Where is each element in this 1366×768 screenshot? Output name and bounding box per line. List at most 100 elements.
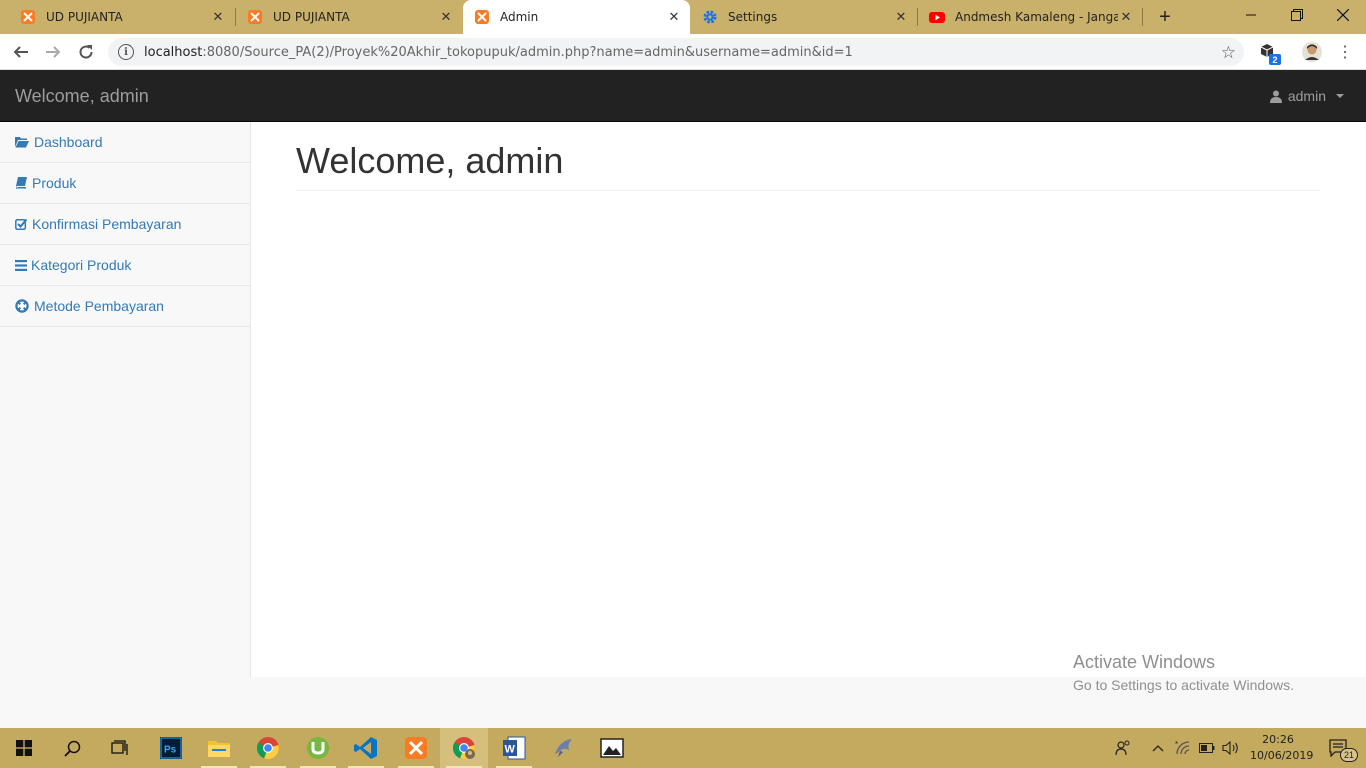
navbar-brand[interactable]: Welcome, admin bbox=[15, 86, 149, 107]
taskbar-file-explorer[interactable] bbox=[195, 728, 243, 768]
browser-tab-strip: UD PUJIANTA ✕ UD PUJIANTA ✕ Admin ✕ Sett… bbox=[0, 0, 1366, 34]
restore-button[interactable] bbox=[1274, 0, 1320, 30]
forward-button[interactable] bbox=[39, 38, 67, 66]
gear-icon bbox=[702, 9, 718, 25]
sidebar-item-konfirmasi-pembayaran[interactable]: Konfirmasi Pembayaran bbox=[0, 204, 250, 245]
taskbar-photos[interactable] bbox=[588, 728, 636, 768]
windows-start-button[interactable] bbox=[0, 728, 48, 768]
tab-title: UD PUJIANTA bbox=[46, 10, 123, 24]
photos-icon bbox=[600, 738, 624, 758]
people-icon bbox=[1115, 740, 1130, 756]
folder-open-icon bbox=[15, 135, 29, 149]
wifi-icon: * bbox=[1175, 740, 1190, 755]
action-center-button[interactable]: 21 bbox=[1318, 728, 1359, 768]
sidebar-item-metode-pembayaran[interactable]: Metode Pembayaran bbox=[0, 286, 250, 327]
new-tab-button[interactable]: + bbox=[1153, 5, 1177, 29]
tab-ud-pujianta-2[interactable]: UD PUJIANTA ✕ bbox=[236, 0, 462, 34]
taskbar-word[interactable]: W bbox=[490, 728, 538, 768]
tab-title: Settings bbox=[728, 10, 778, 24]
close-window-button[interactable] bbox=[1320, 0, 1366, 30]
volume-control[interactable] bbox=[1220, 728, 1242, 768]
sidebar-item-dashboard[interactable]: Dashboard bbox=[0, 122, 250, 163]
tab-close-icon[interactable]: ✕ bbox=[666, 9, 682, 25]
tab-divider bbox=[1142, 8, 1143, 26]
arrow-left-icon bbox=[13, 46, 28, 58]
svg-text:W: W bbox=[505, 744, 516, 756]
site-info-icon[interactable]: i bbox=[118, 44, 134, 60]
taskbar-vscode[interactable] bbox=[342, 728, 390, 768]
profile-avatar[interactable] bbox=[1301, 41, 1323, 63]
sidebar-item-kategori-produk[interactable]: Kategori Produk bbox=[0, 245, 250, 286]
reload-icon bbox=[79, 45, 93, 59]
clock-date: 10/06/2019 bbox=[1250, 749, 1314, 762]
network-status[interactable]: * bbox=[1172, 728, 1194, 768]
chevron-up-icon bbox=[1152, 745, 1164, 752]
bookmark-star-icon[interactable]: ☆ bbox=[1221, 43, 1236, 63]
bars-icon bbox=[15, 258, 27, 272]
tab-settings[interactable]: Settings ✕ bbox=[691, 0, 917, 34]
clock-time: 20:26 bbox=[1262, 733, 1294, 746]
utorrent-icon bbox=[307, 737, 329, 759]
tab-close-icon[interactable]: ✕ bbox=[893, 9, 909, 25]
speaker-icon bbox=[1222, 741, 1238, 755]
sidebar-item-label: Kategori Produk bbox=[31, 257, 132, 273]
url-text: localhost:8080/Source_PA(2)/Proyek%20Akh… bbox=[144, 44, 853, 60]
taskbar-photoshop[interactable]: Ps bbox=[147, 728, 195, 768]
chrome-icon bbox=[256, 737, 279, 760]
activate-windows-watermark: Activate Windows Go to Settings to activ… bbox=[1073, 652, 1294, 693]
extension-icon[interactable]: 2 bbox=[1258, 42, 1281, 65]
sidebar-item-produk[interactable]: Produk bbox=[0, 163, 250, 204]
vscode-icon bbox=[354, 737, 377, 759]
svg-text:*: * bbox=[1175, 740, 1178, 749]
show-hidden-icons-button[interactable] bbox=[1148, 728, 1168, 768]
search-icon bbox=[63, 740, 80, 757]
xampp-icon bbox=[405, 737, 427, 759]
tab-close-icon[interactable]: ✕ bbox=[1118, 9, 1134, 25]
sidebar-item-label: Produk bbox=[32, 175, 77, 191]
tab-close-icon[interactable]: ✕ bbox=[210, 9, 226, 25]
taskbar-utorrent[interactable] bbox=[294, 728, 342, 768]
system-clock[interactable]: 20:26 10/06/2019 bbox=[1250, 732, 1314, 764]
people-button[interactable] bbox=[1110, 728, 1136, 768]
sidebar-item-label: Dashboard bbox=[34, 134, 103, 150]
tab-close-icon[interactable]: ✕ bbox=[438, 9, 454, 25]
tab-admin[interactable]: Admin ✕ bbox=[463, 0, 690, 34]
top-navbar: Welcome, admin admin bbox=[0, 70, 1366, 122]
watermark-title: Activate Windows bbox=[1073, 652, 1216, 672]
check-square-icon bbox=[15, 217, 27, 231]
xampp-icon bbox=[20, 9, 36, 25]
life-ring-icon bbox=[15, 299, 29, 313]
taskbar-dolphin[interactable] bbox=[540, 728, 588, 768]
browser-menu-button[interactable]: ⋮ bbox=[1331, 38, 1359, 66]
back-button[interactable] bbox=[7, 38, 35, 66]
page-header: Welcome, admin bbox=[296, 141, 1320, 191]
battery-icon bbox=[1199, 743, 1215, 753]
taskbar-chrome-profile[interactable] bbox=[440, 728, 488, 768]
task-view-icon bbox=[111, 740, 128, 755]
sidebar: Dashboard Produk Konfirmasi Pembayaran K… bbox=[0, 122, 251, 677]
minimize-button[interactable] bbox=[1228, 0, 1274, 30]
windows-start-icon bbox=[16, 740, 32, 756]
tab-youtube[interactable]: Andmesh Kamaleng - Jangan R ✕ bbox=[918, 0, 1142, 34]
svg-text:Ps: Ps bbox=[164, 745, 177, 756]
address-bar[interactable]: i localhost:8080/Source_PA(2)/Proyek%20A… bbox=[108, 38, 1244, 66]
arrow-right-icon bbox=[46, 46, 61, 58]
reload-button[interactable] bbox=[72, 38, 100, 66]
notification-badge: 21 bbox=[1340, 748, 1359, 762]
task-view-button[interactable] bbox=[96, 728, 144, 768]
user-dropdown[interactable]: admin bbox=[1269, 88, 1344, 104]
tab-ud-pujianta-1[interactable]: UD PUJIANTA ✕ bbox=[0, 0, 234, 34]
sidebar-item-label: Metode Pembayaran bbox=[34, 298, 164, 314]
xampp-icon bbox=[474, 9, 490, 25]
taskbar-xampp[interactable] bbox=[392, 728, 440, 768]
taskbar-chrome[interactable] bbox=[244, 728, 292, 768]
xampp-icon bbox=[247, 9, 263, 25]
watermark-subtitle: Go to Settings to activate Windows. bbox=[1073, 677, 1294, 693]
battery-status[interactable] bbox=[1196, 728, 1218, 768]
book-icon bbox=[15, 176, 27, 190]
photoshop-icon: Ps bbox=[160, 737, 182, 759]
file-explorer-icon bbox=[208, 741, 230, 757]
taskbar-search-button[interactable] bbox=[48, 728, 96, 768]
word-icon: W bbox=[503, 736, 526, 760]
dolphin-icon bbox=[555, 739, 572, 757]
